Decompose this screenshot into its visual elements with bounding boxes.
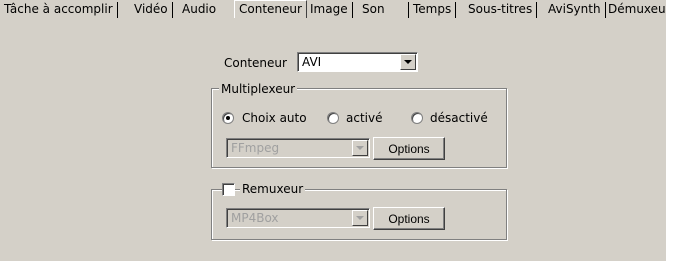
tab-tache[interactable]: Tâche à accomplir [0,2,118,18]
multiplexer-options-button[interactable]: Options [373,137,445,160]
container-select[interactable]: AVI [297,52,418,72]
radio-desactive[interactable] [411,112,423,124]
remuxer-engine-select[interactable]: MP4Box [226,208,370,228]
remuxer-engine-value: MP4Box [231,211,279,225]
radio-choix-auto-label[interactable]: Choix auto [242,111,307,125]
window-edge [666,0,678,261]
chevron-down-icon[interactable] [352,210,368,226]
remuxer-options-button[interactable]: Options [373,207,445,230]
tab-son[interactable]: Son [358,2,389,18]
radio-active-label[interactable]: activé [346,111,382,125]
remuxer-checkbox[interactable] [222,183,235,196]
tab-temps[interactable]: Temps [408,2,457,18]
chevron-down-icon[interactable] [400,54,416,70]
tab-image[interactable]: Image [306,2,353,18]
radio-active[interactable] [327,112,339,124]
multiplexer-engine-value: FFmpeg [231,141,280,155]
tab-avisynth[interactable]: AviSynth [544,2,606,18]
multiplexer-title: Multiplexeur [219,82,298,96]
tab-sous-titres[interactable]: Sous-titres [464,2,538,18]
conteneur-panel: Tâche à accomplir Vidéo Audio Conteneur … [0,0,666,261]
tab-audio[interactable]: Audio [178,2,220,18]
remuxer-title[interactable]: Remuxeur [240,182,306,196]
tab-bar: Tâche à accomplir Vidéo Audio Conteneur … [0,0,666,18]
container-value: AVI [302,55,322,69]
radio-desactive-label[interactable]: désactivé [430,111,488,125]
chevron-down-icon[interactable] [352,140,368,156]
tab-demuxeur[interactable]: Démuxeur [604,2,666,18]
multiplexer-engine-select[interactable]: FFmpeg [226,138,370,158]
tab-video[interactable]: Vidéo [130,2,173,18]
tab-conteneur[interactable]: Conteneur [234,0,307,18]
container-label: Conteneur [224,56,287,70]
radio-choix-auto[interactable] [222,112,234,124]
